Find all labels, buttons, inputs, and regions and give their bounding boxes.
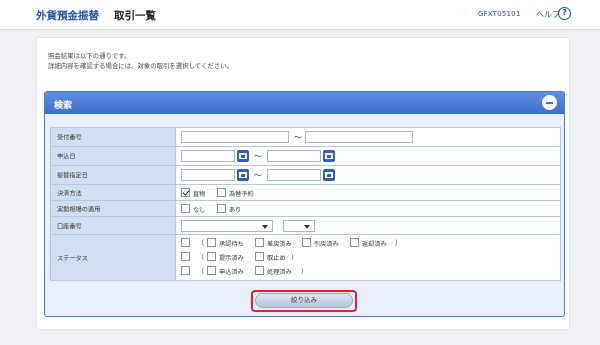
search-section: 検索 受付番号 ～ 申込日 ～ 振替指定日 ～ 決済方法 直物 為替予約 実勢相… xyxy=(44,91,565,317)
forward-contract-checkbox[interactable] xyxy=(217,188,226,197)
settlement-method-row: 決済方法 直物 為替予約 xyxy=(51,185,561,201)
transfer-date-from-input[interactable] xyxy=(181,169,235,181)
receipt-number-to-input[interactable] xyxy=(305,131,413,143)
account-number-label: 口座番号 xyxy=(57,223,82,230)
status-pending-approval-checkbox[interactable] xyxy=(207,238,216,247)
filter-submit-button[interactable]: 絞り込み xyxy=(255,293,353,308)
calendar-icon[interactable] xyxy=(323,150,335,162)
spot-label: 直物 xyxy=(193,191,206,198)
forward-contract-label: 為替予約 xyxy=(229,191,254,198)
status-row: ステータス （ 承認待ち 差戻済み 引戻済み 返却済み ） （ 提示済み 取止め… xyxy=(51,235,561,281)
status-cancelled-label: 取止め xyxy=(267,255,286,262)
status-group1-checkbox[interactable] xyxy=(181,238,190,247)
status-applied-checkbox[interactable] xyxy=(207,266,216,275)
page-title: 取引一覧 xyxy=(114,10,156,22)
status-processed-label: 処理済み xyxy=(267,269,292,276)
top-bar: 外貨預金振替 取引一覧 GFXT05101 ヘルプ ? xyxy=(0,0,600,30)
status-group3-checkbox[interactable] xyxy=(181,266,190,275)
close-paren: ） xyxy=(395,239,402,247)
calendar-icon[interactable] xyxy=(237,169,249,181)
actual-rate-label: 実勢相場の適用 xyxy=(57,206,101,213)
status-label: ステータス xyxy=(57,255,88,262)
application-date-to-input[interactable] xyxy=(267,150,321,162)
branch-select[interactable] xyxy=(181,220,273,232)
status-pending-approval-label: 承認待ち xyxy=(219,241,244,248)
status-presented-checkbox[interactable] xyxy=(207,252,216,261)
calendar-icon[interactable] xyxy=(237,150,249,162)
status-returned-checkbox[interactable] xyxy=(255,238,264,247)
range-separator: ～ xyxy=(294,133,302,142)
status-cancelled-checkbox[interactable] xyxy=(255,252,264,261)
result-message-1: 照会結果は以下の通りです。 xyxy=(48,52,131,60)
actual-rate-none-label: なし xyxy=(193,207,206,214)
status-processed-checkbox[interactable] xyxy=(255,266,264,275)
chevron-down-icon xyxy=(304,225,310,229)
status-presented-label: 提示済み xyxy=(219,255,244,262)
app-title: 外貨預金振替 xyxy=(36,10,99,22)
status-withdrawn-label: 引戻済み xyxy=(314,241,339,248)
range-separator: ～ xyxy=(254,171,262,180)
transfer-date-to-input[interactable] xyxy=(267,169,321,181)
status-withdrawn-checkbox[interactable] xyxy=(302,238,311,247)
account-number-row: 口座番号 xyxy=(51,217,561,235)
search-title: 検索 xyxy=(54,101,73,111)
calendar-icon[interactable] xyxy=(323,169,335,181)
application-date-from-input[interactable] xyxy=(181,150,235,162)
receipt-number-row: 受付番号 ～ xyxy=(51,128,561,147)
search-header[interactable]: 検索 xyxy=(45,92,564,114)
status-rejected-label: 返却済み xyxy=(362,241,387,248)
content-panel: 照会結果は以下の通りです。 詳細内容を確認する場合には、対象の取引を選択してくだ… xyxy=(36,37,570,330)
range-separator: ～ xyxy=(254,152,262,161)
settlement-method-label: 決済方法 xyxy=(57,190,82,197)
receipt-number-label: 受付番号 xyxy=(57,134,82,142)
close-paren: ） xyxy=(301,267,308,275)
application-date-row: 申込日 ～ xyxy=(51,147,561,166)
application-date-label: 申込日 xyxy=(57,153,76,161)
close-paren: ） xyxy=(291,253,298,261)
actual-rate-none-checkbox[interactable] xyxy=(181,204,190,213)
open-paren: （ xyxy=(197,239,204,247)
transfer-date-row: 振替指定日 ～ xyxy=(51,166,561,185)
status-returned-label: 差戻済み xyxy=(267,241,292,248)
status-group2-checkbox[interactable] xyxy=(181,252,190,261)
account-type-select[interactable] xyxy=(283,220,315,232)
open-paren: （ xyxy=(197,267,204,275)
transfer-date-label: 振替指定日 xyxy=(57,172,88,180)
status-rejected-checkbox[interactable] xyxy=(350,238,359,247)
screen-id: GFXT05101 xyxy=(478,10,521,18)
result-message-2: 詳細内容を確認する場合には、対象の取引を選択してください。 xyxy=(48,62,233,70)
search-form-table: 受付番号 ～ 申込日 ～ 振替指定日 ～ 決済方法 直物 為替予約 実勢相場の適… xyxy=(50,127,561,281)
status-applied-label: 申込済み xyxy=(219,269,244,276)
help-icon[interactable]: ? xyxy=(558,7,571,20)
actual-rate-applied-label: あり xyxy=(229,207,242,214)
actual-rate-row: 実勢相場の適用 なし あり xyxy=(51,201,561,217)
open-paren: （ xyxy=(197,253,204,261)
minus-circle-icon[interactable] xyxy=(542,95,557,110)
actual-rate-applied-checkbox[interactable] xyxy=(217,204,226,213)
receipt-number-from-input[interactable] xyxy=(181,131,289,143)
chevron-down-icon xyxy=(262,225,268,229)
spot-checkbox[interactable] xyxy=(181,188,190,197)
help-link[interactable]: ヘルプ xyxy=(536,9,560,20)
